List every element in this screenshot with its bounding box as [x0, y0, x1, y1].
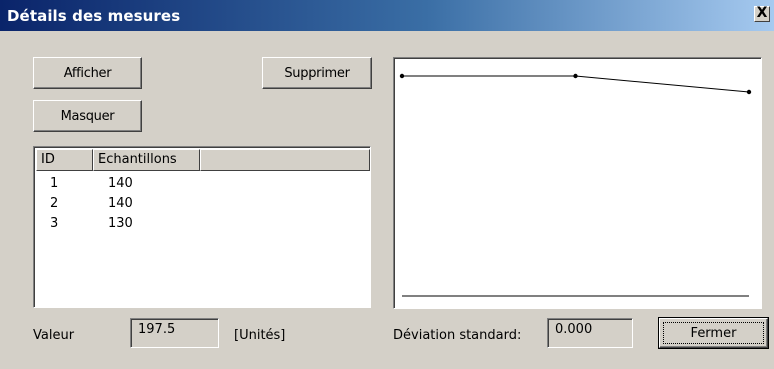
supprimer-button[interactable]: Supprimer: [262, 57, 372, 89]
window-title: Détails des mesures: [7, 7, 181, 25]
list-header: ID Echantillons: [36, 149, 370, 171]
data-point: [746, 89, 752, 95]
fermer-button[interactable]: Fermer: [658, 317, 769, 349]
cell-id: 3: [50, 216, 59, 231]
valeur-field: 197.5: [130, 318, 219, 348]
fermer-label: Fermer: [690, 325, 737, 341]
column-header-empty[interactable]: [200, 149, 370, 171]
chart-svg: [399, 73, 752, 297]
cell-id: 1: [50, 176, 59, 191]
table-row[interactable]: 1 140: [36, 173, 368, 193]
measures-list[interactable]: ID Echantillons 1 140 2 140 3 130: [33, 146, 371, 308]
cell-echantillons: 140: [108, 176, 133, 191]
data-point: [399, 73, 405, 79]
column-header-id[interactable]: ID: [36, 149, 93, 171]
table-row[interactable]: 2 140: [36, 193, 368, 213]
close-icon: X: [756, 5, 768, 21]
deviation-field: 0.000: [547, 318, 633, 348]
title-bar: Détails des mesures X: [0, 0, 774, 31]
cell-echantillons: 140: [108, 196, 133, 211]
unit-label: [Unités]: [234, 328, 286, 343]
table-row[interactable]: 3 130: [36, 213, 368, 233]
afficher-label: Afficher: [63, 65, 112, 81]
close-button[interactable]: X: [754, 6, 770, 22]
cell-echantillons: 130: [108, 216, 133, 231]
masquer-button[interactable]: Masquer: [33, 100, 142, 132]
cell-id: 2: [50, 196, 59, 211]
deviation-label: Déviation standard:: [393, 328, 522, 343]
column-header-echantillons[interactable]: Echantillons: [93, 149, 200, 171]
masquer-label: Masquer: [60, 108, 115, 124]
data-point: [573, 73, 578, 79]
supprimer-label: Supprimer: [284, 65, 350, 81]
valeur-label: Valeur: [33, 328, 75, 343]
series-line: [402, 75, 750, 93]
afficher-button[interactable]: Afficher: [33, 57, 142, 89]
list-body: 1 140 2 140 3 130: [36, 173, 368, 233]
measures-chart: [393, 57, 762, 309]
